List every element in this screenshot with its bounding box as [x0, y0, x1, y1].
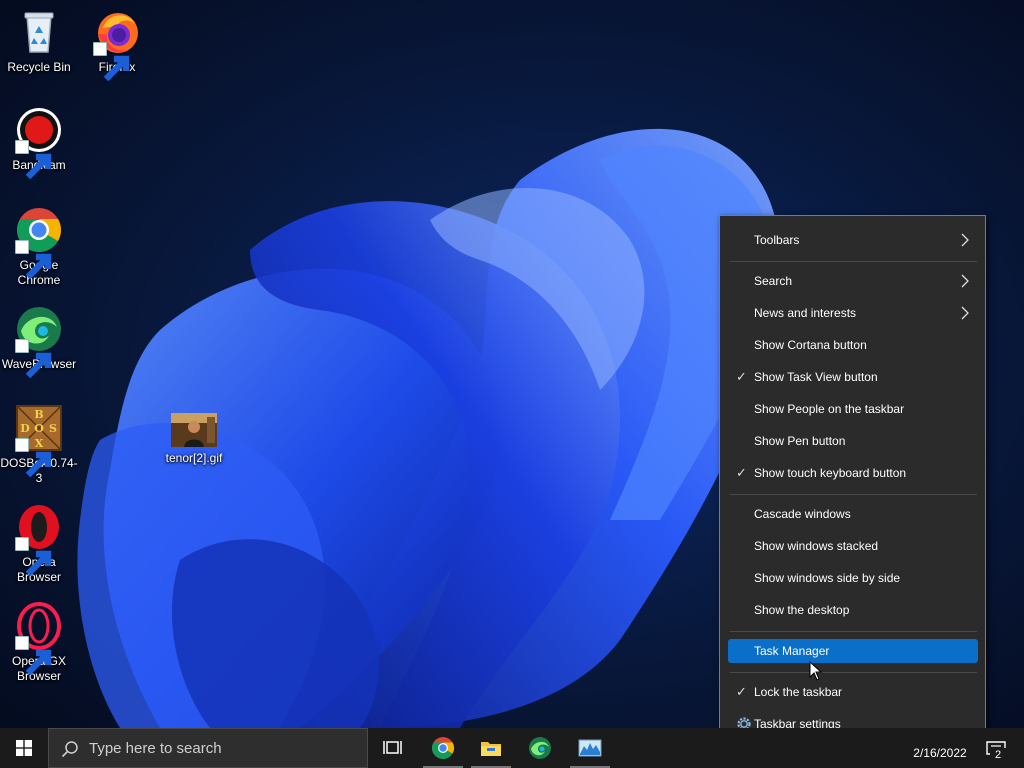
chrome-icon [432, 737, 454, 759]
desktop-icon-opera[interactable]: Opera Browser [0, 503, 78, 585]
search-placeholder: Type here to search [89, 740, 222, 757]
menu-item-search[interactable]: Search [728, 269, 978, 293]
taskbar-resource-monitor-button[interactable] [566, 728, 614, 768]
bandicam-icon [15, 106, 63, 180]
menu-item-task-manager[interactable]: Task Manager [728, 639, 978, 663]
menu-item-label: Show Pen button [754, 434, 846, 448]
desktop-icon-label: Recycle Bin [7, 60, 71, 74]
menu-item-lock-the-taskbar[interactable]: ✓ Lock the taskbar [728, 680, 978, 704]
shortcut-arrow-icon [15, 240, 52, 280]
dosbox-icon: B D O S X [15, 404, 63, 478]
checkmark-icon: ✓ [736, 684, 747, 699]
svg-text:S: S [49, 422, 57, 435]
menu-item-label: Show Cortana button [754, 338, 867, 352]
desktop-icon-firefox[interactable]: Firefox [78, 8, 156, 82]
menu-item-label: Show the desktop [754, 603, 850, 617]
desktop-icon-recycle-bin[interactable]: Recycle Bin [0, 8, 78, 75]
menu-item-label: Show windows side by side [754, 571, 901, 585]
resource-monitor-icon [578, 739, 602, 757]
opera-gx-icon [15, 602, 63, 676]
start-button[interactable] [0, 728, 48, 768]
menu-item-label: Show Task View button [754, 370, 878, 384]
menu-item-label: Show touch keyboard button [754, 466, 907, 480]
task-view-button[interactable] [368, 728, 416, 768]
menu-item-label: Show windows stacked [754, 539, 879, 553]
menu-item-label: Show People on the taskbar [754, 402, 905, 416]
chevron-right-icon [960, 301, 974, 325]
shortcut-arrow-icon [15, 438, 52, 478]
wavebrowser-icon [529, 737, 551, 759]
notification-count-badge: 2 [990, 748, 1006, 762]
menu-separator [730, 631, 977, 632]
menu-item-show-touch-keyboard-button[interactable]: ✓ Show touch keyboard button [728, 461, 978, 485]
checkmark-icon: ✓ [736, 465, 747, 480]
menu-item-show-cortana-button[interactable]: Show Cortana button [728, 333, 978, 357]
menu-item-toolbars[interactable]: Toolbars [728, 228, 978, 252]
menu-separator [730, 261, 977, 262]
menu-item-show-people-on-taskbar[interactable]: Show People on the taskbar [728, 397, 978, 421]
svg-text:B: B [34, 408, 43, 421]
menu-item-show-pen-button[interactable]: Show Pen button [728, 429, 978, 453]
taskbar-context-menu: Toolbars Search News and interests Show … [719, 215, 986, 748]
menu-item-label: Cascade windows [754, 507, 851, 521]
recycle-bin-icon [15, 8, 63, 56]
desktop-icon-tenor-gif[interactable]: tenor[2].gif [155, 413, 233, 466]
taskbar-wavebrowser-button[interactable] [516, 728, 564, 768]
desktop-icon-label: tenor[2].gif [165, 451, 223, 465]
menu-separator [730, 494, 977, 495]
menu-item-show-task-view-button[interactable]: ✓ Show Task View button [728, 365, 978, 389]
desktop-icon-wavebrowser[interactable]: WaveBrowser [0, 305, 78, 379]
svg-text:D: D [20, 422, 30, 435]
chevron-right-icon [960, 269, 974, 293]
taskbar-chrome-button[interactable] [419, 728, 467, 768]
task-view-icon [383, 741, 402, 754]
shortcut-arrow-icon [15, 140, 52, 180]
desktop-icon-opera-gx[interactable]: Opera GX Browser [0, 602, 78, 684]
taskbar-file-explorer-button[interactable] [467, 728, 515, 768]
menu-item-show-the-desktop[interactable]: Show the desktop [728, 598, 978, 622]
menu-item-label: Lock the taskbar [754, 685, 843, 699]
svg-text:O: O [34, 422, 44, 435]
menu-item-show-windows-side-by-side[interactable]: Show windows side by side [728, 566, 978, 590]
taskbar-search-box[interactable]: Type here to search [48, 728, 368, 768]
file-explorer-icon [481, 742, 501, 756]
wavebrowser-icon [15, 305, 63, 379]
menu-item-label: News and interests [754, 306, 857, 320]
firefox-icon [93, 8, 141, 82]
taskbar-clock-date[interactable]: 2/16/2022 [900, 746, 980, 760]
gif-thumbnail-icon [171, 413, 217, 447]
opera-icon [15, 503, 63, 577]
menu-item-label: Task Manager [754, 644, 830, 658]
menu-item-news-and-interests[interactable]: News and interests [728, 301, 978, 325]
checkmark-icon: ✓ [736, 369, 747, 384]
shortcut-arrow-icon [93, 42, 130, 82]
menu-item-label: Search [754, 274, 793, 288]
menu-item-label: Toolbars [754, 233, 800, 247]
shortcut-arrow-icon [15, 537, 52, 577]
menu-item-show-windows-stacked[interactable]: Show windows stacked [728, 534, 978, 558]
desktop-icon-bandicam[interactable]: Bandicam [0, 106, 78, 180]
menu-separator [730, 672, 977, 673]
windows-logo-icon [16, 740, 32, 756]
desktop-icon-dosbox[interactable]: B D O S X DOSBox 0.74-3 [0, 404, 78, 486]
shortcut-arrow-icon [15, 339, 52, 379]
shortcut-arrow-icon [15, 636, 52, 676]
chevron-right-icon [960, 228, 974, 252]
chrome-icon [15, 206, 63, 280]
mouse-cursor-icon [809, 661, 823, 681]
desktop-icon-google-chrome[interactable]: Google Chrome [0, 206, 78, 288]
search-icon [61, 741, 78, 758]
taskbar: Type here to search 2/16/2022 2 [0, 728, 1024, 768]
menu-item-cascade-windows[interactable]: Cascade windows [728, 502, 978, 526]
